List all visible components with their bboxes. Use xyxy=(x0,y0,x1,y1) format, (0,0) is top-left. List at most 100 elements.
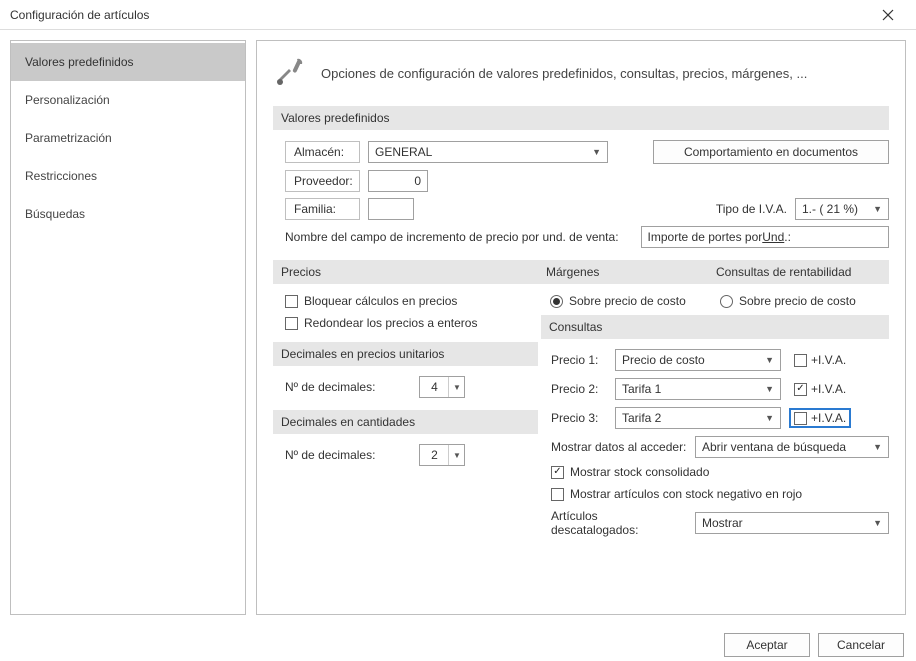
descatalogados-label: Artículos descatalogados: xyxy=(551,509,687,537)
header-text: Opciones de configuración de valores pre… xyxy=(321,66,807,81)
chevron-down-icon: ▼ xyxy=(765,413,774,423)
ok-label: Aceptar xyxy=(746,638,787,652)
familia-label: Familia: xyxy=(285,198,360,220)
bloquear-label: Bloquear cálculos en precios xyxy=(304,294,457,308)
precio2-select[interactable]: Tarifa 1 ▼ xyxy=(615,378,781,400)
precio3-iva-checkbox[interactable]: +I.V.A. xyxy=(789,408,851,428)
campo-incremento-input[interactable]: Importe de portes por Und.: xyxy=(641,226,889,248)
dec-cant-spinner[interactable]: 2 ▼ xyxy=(419,444,465,466)
sidebar: Valores predefinidos Personalización Par… xyxy=(10,40,246,615)
mostrar-datos-label: Mostrar datos al acceder: xyxy=(551,440,687,454)
sidebar-item-label: Valores predefinidos xyxy=(25,55,134,69)
dec-cant-label: Nº de decimales: xyxy=(285,448,375,462)
stock-negativo-label: Mostrar artículos con stock negativo en … xyxy=(570,487,802,501)
precio2-value: Tarifa 1 xyxy=(622,382,661,396)
mostrar-datos-value: Abrir ventana de búsqueda xyxy=(702,440,846,454)
dec-precios-label: Nº de decimales: xyxy=(285,380,375,394)
section-rentabilidad: Consultas de rentabilidad xyxy=(708,260,889,284)
close-button[interactable] xyxy=(868,1,908,29)
bloquear-checkbox[interactable]: Bloquear cálculos en precios xyxy=(285,294,538,308)
checkbox-icon xyxy=(794,354,807,367)
sidebar-item-busquedas[interactable]: Búsquedas xyxy=(11,195,245,233)
almacen-value: GENERAL xyxy=(375,145,432,159)
section-precios: Precios xyxy=(273,260,538,284)
cancel-label: Cancelar xyxy=(837,638,885,652)
chevron-down-icon: ▼ xyxy=(765,355,774,365)
iva-label: +I.V.A. xyxy=(811,411,846,425)
sidebar-item-label: Parametrización xyxy=(25,131,112,145)
dec-precios-spinner[interactable]: 4 ▼ xyxy=(419,376,465,398)
chevron-down-icon: ▼ xyxy=(448,445,464,465)
stock-negativo-checkbox[interactable]: Mostrar artículos con stock negativo en … xyxy=(551,487,889,501)
precio1-iva-checkbox[interactable]: +I.V.A. xyxy=(789,350,851,370)
sidebar-item-label: Personalización xyxy=(25,93,110,107)
campo-value-pre: Importe de portes por xyxy=(648,230,763,244)
proveedor-input[interactable] xyxy=(368,170,428,192)
radio-icon xyxy=(720,295,733,308)
section-valores-predefinidos: Valores predefinidos xyxy=(273,106,889,130)
comportamiento-button[interactable]: Comportamiento en documentos xyxy=(653,140,889,164)
campo-incremento-label: Nombre del campo de incremento de precio… xyxy=(285,230,619,244)
checkbox-icon xyxy=(551,488,564,501)
tipo-iva-label: Tipo de I.V.A. xyxy=(716,202,787,216)
iva-label: +I.V.A. xyxy=(811,353,846,367)
stock-consolidado-checkbox[interactable]: ✓ Mostrar stock consolidado xyxy=(551,465,889,479)
cancel-button[interactable]: Cancelar xyxy=(818,633,904,657)
margen-costo-radio[interactable]: Sobre precio de costo xyxy=(550,294,708,308)
redondear-checkbox[interactable]: Redondear los precios a enteros xyxy=(285,316,538,330)
mostrar-datos-select[interactable]: Abrir ventana de búsqueda ▼ xyxy=(695,436,889,458)
precio2-label: Precio 2: xyxy=(551,382,607,396)
sidebar-item-personalizacion[interactable]: Personalización xyxy=(11,81,245,119)
checkbox-icon xyxy=(285,295,298,308)
precio1-value: Precio de costo xyxy=(622,353,705,367)
chevron-down-icon: ▼ xyxy=(448,377,464,397)
campo-value-und: Und xyxy=(762,230,784,244)
descatalogados-select[interactable]: Mostrar ▼ xyxy=(695,512,889,534)
checkbox-icon xyxy=(794,412,807,425)
chevron-down-icon: ▼ xyxy=(873,204,882,214)
chevron-down-icon: ▼ xyxy=(765,384,774,394)
precio1-select[interactable]: Precio de costo ▼ xyxy=(615,349,781,371)
iva-label: +I.V.A. xyxy=(811,382,846,396)
section-consultas: Consultas xyxy=(541,315,889,339)
almacen-label: Almacén: xyxy=(285,141,360,163)
descatalogados-value: Mostrar xyxy=(702,516,743,530)
precio3-label: Precio 3: xyxy=(551,411,607,425)
precio3-select[interactable]: Tarifa 2 ▼ xyxy=(615,407,781,429)
margen-costo-label: Sobre precio de costo xyxy=(569,294,686,308)
campo-value-post: .: xyxy=(784,230,791,244)
redondear-label: Redondear los precios a enteros xyxy=(304,316,477,330)
precio3-value: Tarifa 2 xyxy=(622,411,661,425)
sidebar-item-label: Restricciones xyxy=(25,169,97,183)
chevron-down-icon: ▼ xyxy=(592,147,601,157)
dec-precios-value: 4 xyxy=(420,377,448,397)
comportamiento-label: Comportamiento en documentos xyxy=(684,145,858,159)
sidebar-item-restricciones[interactable]: Restricciones xyxy=(11,157,245,195)
section-dec-cant: Decimales en cantidades xyxy=(273,410,538,434)
tipo-iva-select[interactable]: 1.- ( 21 %) ▼ xyxy=(795,198,889,220)
ok-button[interactable]: Aceptar xyxy=(724,633,810,657)
sidebar-item-label: Búsquedas xyxy=(25,207,85,221)
window-title: Configuración de artículos xyxy=(10,8,868,22)
main-panel: Opciones de configuración de valores pre… xyxy=(256,40,906,615)
chevron-down-icon: ▼ xyxy=(873,518,882,528)
dec-cant-value: 2 xyxy=(420,445,448,465)
checkbox-icon: ✓ xyxy=(794,383,807,396)
section-dec-precios: Decimales en precios unitarios xyxy=(273,342,538,366)
radio-icon xyxy=(550,295,563,308)
proveedor-label: Proveedor: xyxy=(285,170,360,192)
rent-costo-radio[interactable]: Sobre precio de costo xyxy=(720,294,889,308)
tools-icon xyxy=(273,55,307,92)
tipo-iva-value: 1.- ( 21 %) xyxy=(802,202,858,216)
precio2-iva-checkbox[interactable]: ✓ +I.V.A. xyxy=(789,379,851,399)
almacen-select[interactable]: GENERAL ▼ xyxy=(368,141,608,163)
checkbox-icon xyxy=(285,317,298,330)
dialog-footer: Aceptar Cancelar xyxy=(0,627,916,661)
familia-input[interactable] xyxy=(368,198,414,220)
sidebar-item-parametrizacion[interactable]: Parametrización xyxy=(11,119,245,157)
stock-consolidado-label: Mostrar stock consolidado xyxy=(570,465,709,479)
checkbox-icon: ✓ xyxy=(551,466,564,479)
chevron-down-icon: ▼ xyxy=(873,442,882,452)
close-icon xyxy=(882,9,894,21)
sidebar-item-valores-predefinidos[interactable]: Valores predefinidos xyxy=(11,43,245,81)
